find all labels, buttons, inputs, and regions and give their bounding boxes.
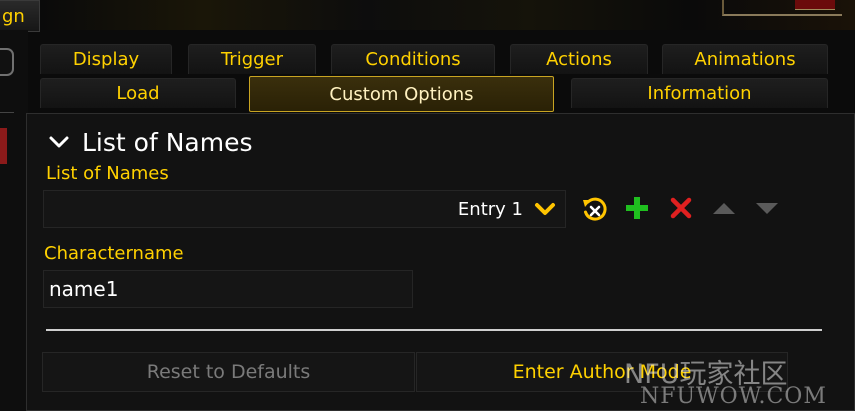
group-header[interactable]: List of Names xyxy=(48,124,252,160)
delete-entry-button[interactable] xyxy=(666,193,696,223)
charactername-input[interactable]: name1 xyxy=(43,270,413,308)
group-title: List of Names xyxy=(82,127,253,157)
sidebar-divider xyxy=(0,112,14,113)
tab-label: Display xyxy=(72,49,140,70)
move-up-icon xyxy=(713,203,735,214)
watermark-url: NFUWOW.COM xyxy=(640,384,827,409)
tab-animations[interactable]: Animations xyxy=(662,44,828,74)
tab-actions[interactable]: Actions xyxy=(510,44,648,74)
tab-label: Custom Options xyxy=(329,83,474,105)
reset-entry-icon xyxy=(583,197,607,221)
tab-load[interactable]: Load xyxy=(40,78,236,108)
move-up-button[interactable] xyxy=(709,193,739,223)
move-down-icon xyxy=(756,203,778,214)
add-icon xyxy=(626,197,648,219)
tab-label: Information xyxy=(647,83,752,104)
chevron-down-icon xyxy=(535,203,555,215)
tab-label: Conditions xyxy=(365,49,461,70)
tab-trigger[interactable]: Trigger xyxy=(188,44,316,74)
section-divider xyxy=(46,329,822,331)
sidebar-search-input[interactable] xyxy=(0,48,14,76)
charactername-label: Charactername xyxy=(44,243,184,264)
chevron-down-icon xyxy=(49,136,69,148)
left-sidebar-strip xyxy=(0,30,28,411)
tab-label: Animations xyxy=(694,49,796,70)
frame-ornament-red xyxy=(795,0,835,10)
tab-display[interactable]: Display xyxy=(40,44,172,74)
reset-to-defaults-button[interactable]: Reset to Defaults xyxy=(42,352,415,392)
tab-conditions[interactable]: Conditions xyxy=(331,44,495,74)
reset-button-label: Reset to Defaults xyxy=(146,361,311,383)
move-down-button[interactable] xyxy=(752,193,782,223)
tab-label: Actions xyxy=(546,49,612,70)
window-title: gn xyxy=(0,0,40,32)
tab-label: Load xyxy=(116,83,160,104)
delete-icon xyxy=(670,197,692,219)
entry-dropdown[interactable]: Entry 1 xyxy=(43,190,566,228)
reset-entry-button[interactable] xyxy=(580,195,610,225)
add-entry-button[interactable] xyxy=(622,193,652,223)
sidebar-selected-marker xyxy=(0,128,7,164)
tab-label: Trigger xyxy=(220,49,284,70)
tab-information[interactable]: Information xyxy=(571,78,828,108)
list-label: List of Names xyxy=(46,163,169,184)
tab-custom-options[interactable]: Custom Options xyxy=(249,76,554,112)
entry-dropdown-value: Entry 1 xyxy=(457,198,523,220)
